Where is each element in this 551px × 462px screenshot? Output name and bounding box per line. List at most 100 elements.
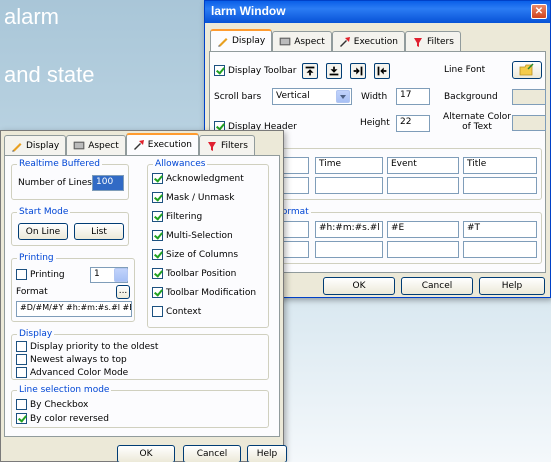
header-cell-event[interactable]: Event <box>387 157 459 174</box>
toolbar-position-checkbox[interactable]: Toolbar Position <box>152 268 236 279</box>
help-button[interactable]: Help <box>479 277 545 295</box>
advanced-color-mode-checkbox[interactable]: Advanced Color Mode <box>16 367 128 378</box>
line-selection-title: Line selection mode <box>17 385 112 395</box>
alternate-color-swatch[interactable] <box>512 115 546 131</box>
acknowledgment-checkbox[interactable]: Acknowledgment <box>152 173 244 184</box>
printing-group: Printing Printing 1 Format ... #D/#M/#Y … <box>11 253 135 322</box>
checkbox-box[interactable] <box>152 192 163 203</box>
checkbox-box[interactable] <box>214 65 225 76</box>
number-of-lines-input[interactable]: 100 <box>92 175 124 191</box>
format-cell-title[interactable]: #T <box>463 221 537 238</box>
tab-filters[interactable]: Filters <box>404 31 461 51</box>
allowances-title: Allowances <box>153 159 208 169</box>
browse-button[interactable]: ... <box>116 285 130 299</box>
list-button[interactable]: List <box>74 223 124 240</box>
checkbox-box[interactable] <box>16 341 27 352</box>
width-input[interactable]: 17 <box>396 88 430 105</box>
display-option-label: Newest always to top <box>30 354 127 365</box>
online-button[interactable]: On Line <box>18 223 68 240</box>
allowance-label: Context <box>166 306 202 317</box>
background-word-alarm: alarm <box>4 4 60 29</box>
newest-to-top-checkbox[interactable]: Newest always to top <box>16 354 127 365</box>
tab-aspect[interactable]: Aspect <box>272 31 332 51</box>
display-option-label: Advanced Color Mode <box>30 367 129 378</box>
by-checkbox-checkbox[interactable]: By Checkbox <box>16 399 88 410</box>
alternate-color-label: Alternate Color of Text <box>442 112 512 132</box>
checkbox-box[interactable] <box>16 269 27 280</box>
display-toolbar-label: Display Toolbar <box>228 65 297 76</box>
tab-display[interactable]: Display <box>210 29 273 51</box>
checkbox-box[interactable] <box>16 399 27 410</box>
header-blank-cell[interactable] <box>387 177 459 194</box>
checkbox-box[interactable] <box>152 211 163 222</box>
tab-execution[interactable]: Execution <box>125 133 199 155</box>
checkbox-box[interactable] <box>16 354 27 365</box>
checkbox-box[interactable] <box>152 249 163 260</box>
display-toolbar-checkbox[interactable]: Display Toolbar <box>214 65 296 76</box>
start-mode-group: Start Mode On Line List <box>11 207 129 246</box>
help-button[interactable]: Help <box>247 445 287 462</box>
filtering-checkbox[interactable]: Filtering <box>152 211 202 222</box>
header-blank-cell[interactable] <box>315 177 383 194</box>
execution-panel: Realtime Buffered Number of Lines 100 St… <box>4 155 280 437</box>
checkbox-box[interactable] <box>16 367 27 378</box>
folder-icon <box>519 63 534 76</box>
tab-filters[interactable]: Filters <box>198 135 255 155</box>
display-group: Display Display priority to the oldest N… <box>11 329 269 380</box>
format-cell-event[interactable]: #E <box>387 221 459 238</box>
chevron-down-icon[interactable] <box>336 90 350 103</box>
toolbar-bottom-icon[interactable] <box>326 63 342 79</box>
printing-label: Printing <box>30 269 65 280</box>
tab-aspect[interactable]: Aspect <box>66 135 126 155</box>
ok-button[interactable]: OK <box>323 277 395 295</box>
format-blank-cell[interactable] <box>315 241 383 258</box>
tab-aspect-label: Aspect <box>88 140 119 151</box>
header-cell-title[interactable]: Title <box>463 157 537 174</box>
spinner-icon[interactable] <box>114 268 128 282</box>
toolbar-modification-checkbox[interactable]: Toolbar Modification <box>152 287 256 298</box>
toolbar-top-icon[interactable] <box>302 63 318 79</box>
height-input[interactable]: 22 <box>396 115 430 132</box>
format-blank-cell[interactable] <box>463 241 537 258</box>
alarm-tabs: Display Aspect Execution Filters <box>210 29 461 51</box>
header-cell-time[interactable]: Time <box>315 157 383 174</box>
line-selection-option-label: By color reversed <box>30 413 109 424</box>
background-color-swatch[interactable] <box>512 89 546 105</box>
exec-tabs: Display Aspect Execution Filters <box>4 133 255 155</box>
scroll-bars-select[interactable]: Vertical <box>272 88 352 105</box>
printing-checkbox[interactable]: Printing <box>16 269 65 280</box>
alternate-color-label-line2: of Text <box>462 122 492 132</box>
print-format-input[interactable]: #D/#M/#Y #h:#m:#s.#l #E # <box>16 301 132 317</box>
ok-button[interactable]: OK <box>117 445 175 462</box>
allowance-label: Toolbar Position <box>166 268 237 279</box>
context-checkbox[interactable]: Context <box>152 306 201 317</box>
cancel-button[interactable]: Cancel <box>183 445 241 462</box>
multi-selection-checkbox[interactable]: Multi-Selection <box>152 230 233 241</box>
checkbox-box[interactable] <box>152 287 163 298</box>
tab-aspect-label: Aspect <box>294 36 325 47</box>
alarm-window-titlebar[interactable]: larm Window ✕ <box>205 1 550 23</box>
checkbox-box[interactable] <box>152 173 163 184</box>
cancel-button[interactable]: Cancel <box>401 277 473 295</box>
header-blank-cell[interactable] <box>463 177 537 194</box>
checkbox-box[interactable] <box>152 230 163 241</box>
close-icon[interactable]: ✕ <box>531 4 547 19</box>
checkbox-box[interactable] <box>152 268 163 279</box>
checkbox-box[interactable] <box>152 306 163 317</box>
tab-execution[interactable]: Execution <box>331 31 405 51</box>
format-cell-time[interactable]: #h:#m:#s.#l <box>315 221 383 238</box>
realtime-buffered-title: Realtime Buffered <box>17 159 102 169</box>
checkbox-box[interactable] <box>16 413 27 424</box>
format-blank-cell[interactable] <box>387 241 459 258</box>
display-priority-oldest-checkbox[interactable]: Display priority to the oldest <box>16 341 158 352</box>
toolbar-right-icon[interactable] <box>350 63 366 79</box>
allowances-group: Allowances Acknowledgment Mask / Unmask … <box>147 159 269 328</box>
pencil-icon <box>12 142 22 151</box>
mask-unmask-checkbox[interactable]: Mask / Unmask <box>152 192 234 203</box>
run-icon <box>133 140 144 150</box>
line-font-button[interactable] <box>512 61 542 79</box>
size-of-columns-checkbox[interactable]: Size of Columns <box>152 249 238 260</box>
tab-display[interactable]: Display <box>4 135 67 155</box>
toolbar-left-icon[interactable] <box>374 63 390 79</box>
by-color-reversed-checkbox[interactable]: By color reversed <box>16 413 109 424</box>
